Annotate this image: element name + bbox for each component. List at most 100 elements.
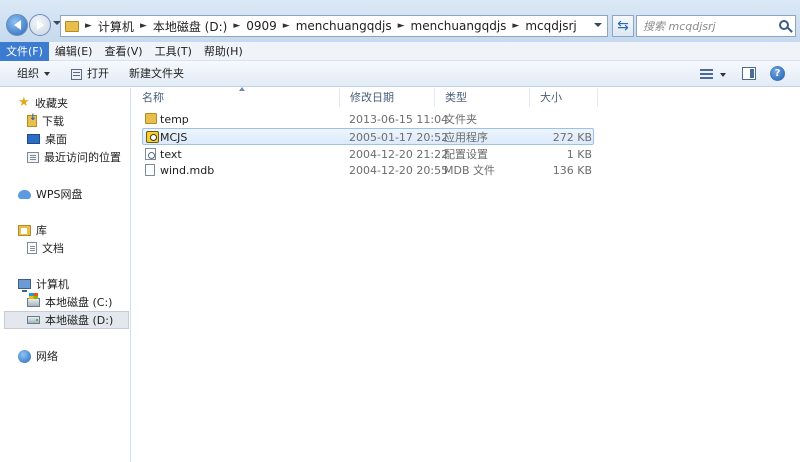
recent-places-icon xyxy=(27,151,39,163)
search-icon[interactable] xyxy=(779,20,789,30)
search-input[interactable] xyxy=(643,19,773,33)
open-label: 打开 xyxy=(87,67,109,80)
back-arrow-icon xyxy=(13,20,21,30)
change-view-icon[interactable] xyxy=(700,69,713,79)
menu-bar: 文件(F) 编辑(E) 查看(V) 工具(T) 帮助(H) xyxy=(0,41,800,61)
star-icon: ★ xyxy=(18,95,30,110)
breadcrumb-separator[interactable]: ► xyxy=(510,21,521,31)
file-type: MDB 文件 xyxy=(444,164,496,177)
navigation-pane: ★ 收藏夹 下载 桌面 最近访问的位置 WPS网盘 库 文档 计算机 本地磁盘 … xyxy=(0,88,131,462)
breadcrumb-mcqdjsrj[interactable]: mcqdjsrj xyxy=(521,19,580,33)
breadcrumb[interactable]: ► 计算机 ► 本地磁盘 (D:) ► 0909 ► menchuangqdjs… xyxy=(60,15,608,37)
file-size: 1 KB xyxy=(566,148,592,161)
file-modified: 2004-12-20 21:22 xyxy=(349,148,449,161)
system-drive-icon xyxy=(27,292,40,307)
breadcrumb-separator[interactable]: ► xyxy=(396,21,407,31)
nav-item-label: 文档 xyxy=(42,242,64,255)
column-header-name[interactable]: 名称 xyxy=(132,88,340,107)
preview-pane-icon[interactable] xyxy=(742,67,756,80)
file-name: wind.mdb xyxy=(160,164,215,177)
new-folder-label: 新建文件夹 xyxy=(129,67,184,80)
drive-icon xyxy=(27,316,40,324)
chevron-down-icon xyxy=(44,72,50,76)
menu-tools[interactable]: 工具(T) xyxy=(149,42,198,61)
nav-item-label: 本地磁盘 (C:) xyxy=(45,296,113,309)
nav-library-label: 库 xyxy=(36,224,47,237)
organize-button[interactable]: 组织 xyxy=(17,61,50,87)
column-header-type[interactable]: 类型 xyxy=(435,88,530,107)
search-box[interactable] xyxy=(636,15,796,37)
column-header-size[interactable]: 大小 xyxy=(530,88,598,107)
breadcrumb-separator[interactable]: ► xyxy=(281,21,292,31)
file-modified: 2013-06-15 11:04 xyxy=(349,113,449,126)
nav-wps-cloud[interactable]: WPS网盘 xyxy=(18,185,83,203)
nav-network-label: 网络 xyxy=(36,350,58,363)
refresh-button[interactable]: ⇆ xyxy=(612,15,634,37)
forward-button[interactable] xyxy=(29,14,51,36)
menu-help[interactable]: 帮助(H) xyxy=(198,42,249,61)
refresh-icon: ⇆ xyxy=(617,18,629,34)
file-size: 136 KB xyxy=(552,164,592,177)
breadcrumb-menchuangqdjs[interactable]: menchuangqdjs xyxy=(292,19,396,33)
breadcrumb-computer[interactable]: 计算机 xyxy=(94,18,138,35)
help-icon[interactable]: ? xyxy=(770,66,785,81)
folder-icon xyxy=(65,20,79,32)
column-header-modified[interactable]: 修改日期 xyxy=(340,88,435,107)
nav-item-label: 桌面 xyxy=(45,133,67,146)
config-file-icon xyxy=(145,148,156,160)
back-button[interactable] xyxy=(6,14,28,36)
breadcrumb-drive-d[interactable]: 本地磁盘 (D:) xyxy=(149,18,231,35)
breadcrumb-separator[interactable]: ► xyxy=(138,21,149,31)
open-icon xyxy=(71,68,82,80)
network-icon xyxy=(18,349,31,363)
forward-arrow-icon xyxy=(36,20,44,30)
breadcrumb-separator[interactable]: ► xyxy=(231,21,242,31)
organize-label: 组织 xyxy=(17,67,39,80)
open-button[interactable]: 打开 xyxy=(71,61,109,87)
nav-item-downloads[interactable]: 下载 xyxy=(27,112,64,130)
application-icon xyxy=(146,131,159,143)
file-icon xyxy=(145,164,155,176)
list-item-temp[interactable]: temp 2013-06-15 11:04 文件夹 xyxy=(142,111,594,128)
view-options-dropdown-icon[interactable] xyxy=(720,73,726,77)
address-dropdown-icon[interactable] xyxy=(594,23,602,27)
list-item-mcjs[interactable]: MCJS 2005-01-17 20:52 应用程序 272 KB xyxy=(142,128,594,145)
file-type: 配置设置 xyxy=(444,148,488,161)
breadcrumb-0909[interactable]: 0909 xyxy=(242,19,281,33)
folder-icon xyxy=(145,113,157,124)
nav-computer-label: 计算机 xyxy=(36,278,69,291)
nav-item-drive-c[interactable]: 本地磁盘 (C:) xyxy=(27,292,113,311)
file-name: MCJS xyxy=(160,131,188,144)
list-item-wind-mdb[interactable]: wind.mdb 2004-12-20 20:55 MDB 文件 136 KB xyxy=(142,162,594,179)
desktop-icon xyxy=(27,134,40,144)
file-size: 272 KB xyxy=(552,131,592,144)
nav-wps-label: WPS网盘 xyxy=(36,188,83,201)
library-icon xyxy=(18,224,31,236)
breadcrumb-separator[interactable]: ► xyxy=(83,21,94,31)
file-name: temp xyxy=(160,113,189,126)
menu-file[interactable]: 文件(F) xyxy=(0,41,49,61)
nav-item-documents[interactable]: 文档 xyxy=(27,239,64,257)
menu-edit[interactable]: 编辑(E) xyxy=(49,42,99,61)
nav-item-label: 下载 xyxy=(42,115,64,128)
documents-icon xyxy=(27,242,37,254)
nav-item-desktop[interactable]: 桌面 xyxy=(27,130,67,148)
file-type: 文件夹 xyxy=(444,113,477,126)
command-bar: 组织 打开 新建文件夹 ? xyxy=(0,61,800,87)
nav-item-drive-d[interactable]: 本地磁盘 (D:) xyxy=(4,311,129,329)
nav-library[interactable]: 库 xyxy=(18,221,47,239)
menu-view[interactable]: 查看(V) xyxy=(98,42,148,61)
nav-favorites[interactable]: ★ 收藏夹 xyxy=(18,94,68,112)
list-item-text[interactable]: text 2004-12-20 21:22 配置设置 1 KB xyxy=(142,146,594,163)
nav-favorites-label: 收藏夹 xyxy=(35,97,68,110)
nav-item-recent-places[interactable]: 最近访问的位置 xyxy=(27,148,121,166)
file-list: 名称 修改日期 类型 大小 temp 2013-06-15 11:04 文件夹 … xyxy=(132,87,800,462)
computer-icon xyxy=(18,279,31,292)
nav-network[interactable]: 网络 xyxy=(18,347,58,365)
breadcrumb-menchuangqdjs-sub[interactable]: menchuangqdjs xyxy=(407,19,511,33)
address-bar: ► 计算机 ► 本地磁盘 (D:) ► 0909 ► menchuangqdjs… xyxy=(0,0,800,42)
new-folder-button[interactable]: 新建文件夹 xyxy=(129,61,184,87)
cloud-icon xyxy=(18,189,31,199)
nav-item-label: 本地磁盘 (D:) xyxy=(45,314,114,327)
nav-computer[interactable]: 计算机 xyxy=(18,275,69,293)
